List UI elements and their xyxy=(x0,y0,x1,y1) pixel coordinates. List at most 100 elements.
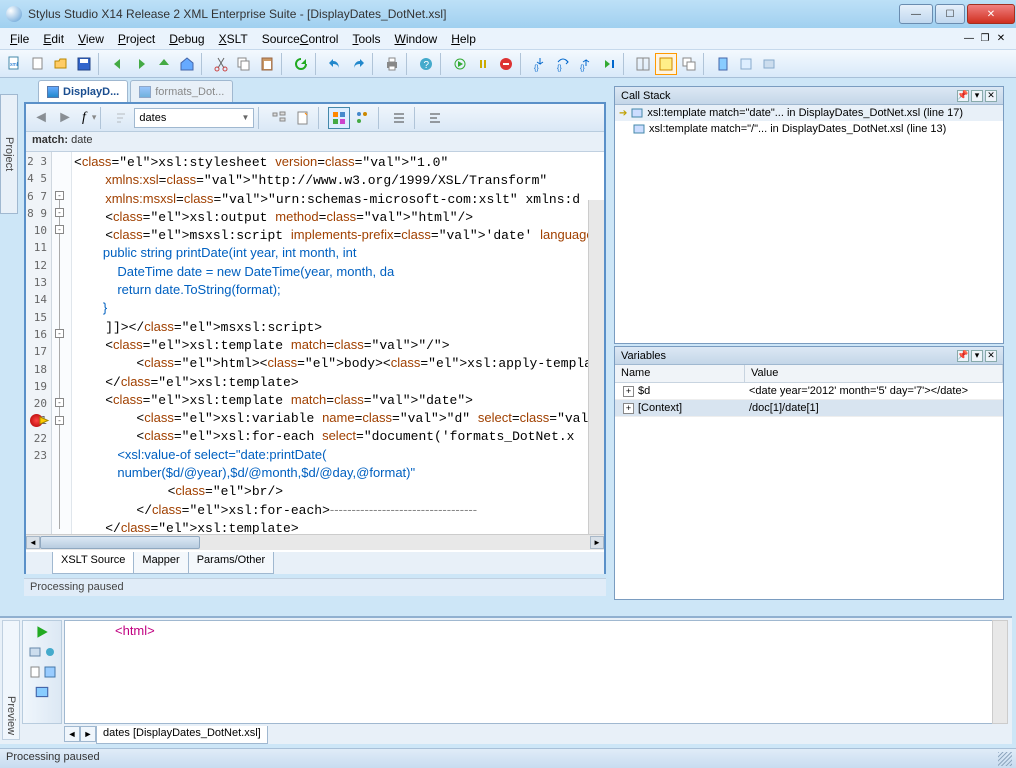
preview-tab-next[interactable]: ► xyxy=(80,726,96,742)
debug-stop-button[interactable] xyxy=(495,53,517,75)
copy-button[interactable] xyxy=(233,53,255,75)
fold-toggle[interactable]: - xyxy=(55,191,64,200)
new-xml-button[interactable]: xml xyxy=(4,53,26,75)
preview-tab-prev[interactable]: ◄ xyxy=(64,726,80,742)
resize-grip-icon[interactable] xyxy=(998,752,1012,766)
preview-result-tab[interactable]: dates [DisplayDates_DotNet.xsl] xyxy=(96,726,268,744)
document-tab[interactable]: formats_Dot... xyxy=(130,80,233,102)
close-button[interactable]: ✕ xyxy=(967,4,1015,24)
menu-file[interactable]: File xyxy=(4,30,35,48)
ed-nav-fwd-button[interactable]: ► xyxy=(54,107,76,129)
menu-window[interactable]: Window xyxy=(389,30,444,48)
fold-toggle[interactable]: - xyxy=(55,208,64,217)
preview-export-button[interactable] xyxy=(33,683,51,701)
variable-row[interactable]: +[Context] /doc[1]/date[1] xyxy=(615,400,1003,417)
ed-new-button[interactable] xyxy=(292,107,314,129)
template-dropdown[interactable]: dates ▼ xyxy=(134,108,254,128)
step-out-button[interactable]: {} xyxy=(575,53,597,75)
column-value[interactable]: Value xyxy=(745,365,1003,382)
menu-edit[interactable]: Edit xyxy=(37,30,70,48)
preview-run-button[interactable] xyxy=(33,623,51,641)
preview-tab[interactable]: Preview xyxy=(2,620,20,740)
help-button[interactable]: ? xyxy=(415,53,437,75)
preview-doc-button[interactable] xyxy=(28,663,42,681)
preview-output[interactable]: <html> xyxy=(64,620,1008,724)
call-stack-row[interactable]: xsl:template match="/"... in DisplayDate… xyxy=(615,121,1003,137)
ed-nav-back-button[interactable]: ◄ xyxy=(30,107,52,129)
panel-menu-icon[interactable]: ▾ xyxy=(971,350,983,362)
menu-debug[interactable]: Debug xyxy=(163,30,210,48)
menu-tools[interactable]: Tools xyxy=(346,30,386,48)
fold-toggle[interactable]: - xyxy=(55,416,64,425)
code-editor[interactable]: 2 3 4 5 6 7 8 9 10 11 12 13 14 15 16 17 … xyxy=(26,152,604,534)
fold-gutter[interactable]: - - - - - - xyxy=(52,152,72,534)
ed-align-button[interactable] xyxy=(424,107,446,129)
scroll-left-icon[interactable]: ◄ xyxy=(26,536,40,549)
misc2-button[interactable] xyxy=(758,53,780,75)
panel-close-icon[interactable]: ✕ xyxy=(985,350,997,362)
window-cascade-button[interactable] xyxy=(678,53,700,75)
panel-close-icon[interactable]: ✕ xyxy=(985,90,997,102)
scrollbar-thumb[interactable] xyxy=(40,536,200,549)
menu-project[interactable]: Project xyxy=(112,30,161,48)
ed-tree-button[interactable] xyxy=(268,107,290,129)
document-tab-active[interactable]: DisplayD... xyxy=(38,80,128,102)
home-button[interactable] xyxy=(176,53,198,75)
preview-nav1-button[interactable] xyxy=(28,643,42,661)
tab-params[interactable]: Params/Other xyxy=(188,552,274,574)
run-to-button[interactable] xyxy=(598,53,620,75)
project-tab[interactable]: Project xyxy=(0,94,18,214)
preview-save-button[interactable] xyxy=(43,663,57,681)
preview-nav2-button[interactable] xyxy=(43,643,57,661)
panel-menu-icon[interactable]: ▾ xyxy=(971,90,983,102)
paste-button[interactable] xyxy=(256,53,278,75)
step-into-button[interactable]: {} xyxy=(529,53,551,75)
ed-indent-button[interactable] xyxy=(388,107,410,129)
preview-scrollbar[interactable] xyxy=(992,620,1008,724)
menu-sourcecontrol[interactable]: SourceControl xyxy=(256,30,345,48)
window-highlight-button[interactable] xyxy=(655,53,677,75)
maximize-button[interactable]: ☐ xyxy=(935,4,965,24)
fold-toggle[interactable]: - xyxy=(55,329,64,338)
debug-start-button[interactable] xyxy=(449,53,471,75)
fold-toggle[interactable]: - xyxy=(55,398,64,407)
print-button[interactable] xyxy=(381,53,403,75)
nav-up-button[interactable] xyxy=(153,53,175,75)
nav-forward-button[interactable] xyxy=(130,53,152,75)
window-tile-button[interactable] xyxy=(632,53,654,75)
panel-pin-icon[interactable]: 📌 xyxy=(957,350,969,362)
ed-grid-button[interactable] xyxy=(328,107,350,129)
tab-xslt-source[interactable]: XSLT Source xyxy=(52,552,134,574)
fold-toggle[interactable]: - xyxy=(55,225,64,234)
editor-horizontal-scrollbar[interactable]: ◄ ► xyxy=(26,534,604,550)
menu-view[interactable]: View xyxy=(72,30,110,48)
minimize-button[interactable]: — xyxy=(899,4,933,24)
mdi-restore-icon[interactable]: ❐ xyxy=(978,32,992,46)
nav-back-button[interactable] xyxy=(107,53,129,75)
tab-mapper[interactable]: Mapper xyxy=(133,552,188,574)
cut-button[interactable] xyxy=(210,53,232,75)
expand-icon[interactable]: + xyxy=(623,386,634,397)
debug-pause-button[interactable] xyxy=(472,53,494,75)
expand-icon[interactable]: + xyxy=(623,403,634,414)
variable-row[interactable]: +$d <date year='2012' month='5' day='7'>… xyxy=(615,383,1003,400)
misc1-button[interactable] xyxy=(735,53,757,75)
refresh-button[interactable] xyxy=(290,53,312,75)
bookmark-button[interactable] xyxy=(712,53,734,75)
menu-help[interactable]: Help xyxy=(445,30,482,48)
column-name[interactable]: Name xyxy=(615,365,745,382)
step-over-button[interactable]: {} xyxy=(552,53,574,75)
editor-vertical-scrollbar[interactable] xyxy=(588,200,604,534)
mdi-close-icon[interactable]: ✕ xyxy=(994,32,1008,46)
ed-sort-button[interactable] xyxy=(110,107,132,129)
panel-pin-icon[interactable]: 📌 xyxy=(957,90,969,102)
menu-xslt[interactable]: XSLT xyxy=(213,30,254,48)
mdi-minimize-icon[interactable]: — xyxy=(962,32,976,46)
scroll-right-icon[interactable]: ► xyxy=(590,536,604,549)
ed-tree2-button[interactable] xyxy=(352,107,374,129)
redo-button[interactable] xyxy=(347,53,369,75)
call-stack-row[interactable]: ➔ xsl:template match="date"... in Displa… xyxy=(615,105,1003,121)
save-button[interactable] xyxy=(73,53,95,75)
undo-button[interactable] xyxy=(324,53,346,75)
new-button[interactable] xyxy=(27,53,49,75)
